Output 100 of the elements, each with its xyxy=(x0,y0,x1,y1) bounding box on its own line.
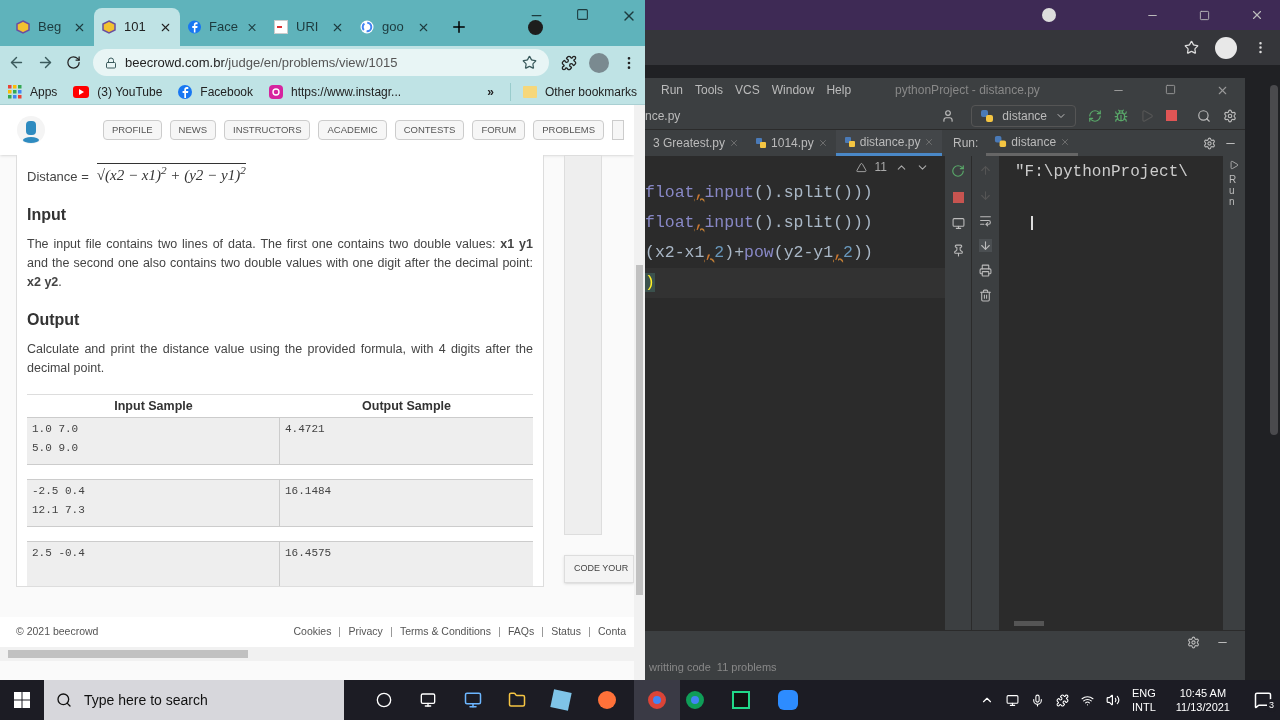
reload-icon[interactable] xyxy=(66,55,81,70)
settings-icon[interactable] xyxy=(1223,108,1237,123)
back-icon[interactable] xyxy=(8,54,25,71)
app-icon[interactable] xyxy=(550,689,572,711)
table-cell-text: 16.4575 xyxy=(284,546,333,562)
bookmark-link[interactable]: https://www.instagr... xyxy=(269,82,402,101)
footer-link[interactable]: Status xyxy=(551,624,581,640)
table-cell: 1.0 7.0 5.0 9.0 xyxy=(27,418,280,465)
nav-button[interactable]: NEWS xyxy=(169,120,217,140)
bookmark-link[interactable]: Apps xyxy=(8,82,58,101)
soft-wrap-icon[interactable] xyxy=(979,214,992,227)
language-indicator[interactable]: INTL xyxy=(1131,700,1156,714)
pin-icon[interactable] xyxy=(951,244,965,257)
user-icon[interactable] xyxy=(941,108,956,123)
nav-button[interactable]: CONTESTS xyxy=(394,120,465,140)
print-icon[interactable] xyxy=(979,264,992,277)
breadcrumb: nce.py xyxy=(645,107,681,125)
nav-button[interactable]: PROBLEMS xyxy=(533,120,604,140)
column-header: Input Sample xyxy=(113,397,194,415)
footer-link[interactable]: Privacy xyxy=(348,624,383,640)
chrome-icon[interactable] xyxy=(634,680,680,720)
zoom-icon[interactable] xyxy=(778,690,798,710)
folder-icon[interactable] xyxy=(508,691,526,709)
code-button[interactable]: CODE YOUR xyxy=(564,555,634,583)
menu-item[interactable]: Window xyxy=(771,81,815,99)
trash-icon[interactable] xyxy=(979,289,992,302)
nav-button[interactable]: FORUM xyxy=(472,120,526,140)
run-label: Run: xyxy=(953,135,979,152)
stop-icon[interactable] xyxy=(952,192,964,203)
bookmark-link[interactable]: Facebook xyxy=(178,82,253,101)
browser-tab[interactable]: Beg xyxy=(8,8,94,46)
address-bar[interactable]: beecrowd.com.br/judge/en/problems/view/1015 xyxy=(93,49,549,76)
scroll-to-end-icon[interactable] xyxy=(979,239,992,252)
other-bookmarks-link[interactable]: Other bookmarks xyxy=(509,82,637,101)
nav-button[interactable]: INSTRUCTORS xyxy=(224,120,311,140)
close-icon[interactable] xyxy=(1250,8,1264,22)
menu-item[interactable]: Run xyxy=(661,81,683,99)
editor-tab[interactable]: distance.py xyxy=(835,130,943,156)
google-icon xyxy=(360,20,374,34)
maximize-icon[interactable] xyxy=(576,8,589,21)
status-text: writting code 11 problems xyxy=(649,659,777,675)
wifi-icon[interactable] xyxy=(1080,693,1094,707)
clock-date[interactable]: 11/13/2021 xyxy=(1175,700,1230,714)
forward-icon[interactable] xyxy=(37,54,54,71)
run-config-dropdown[interactable]: distance xyxy=(971,104,1076,127)
maximize-icon[interactable] xyxy=(1199,9,1210,21)
facebook-icon xyxy=(178,84,193,99)
footer-link[interactable]: Cookies xyxy=(293,624,332,640)
language-indicator[interactable]: ENG xyxy=(1131,686,1156,700)
rerun-icon[interactable] xyxy=(1088,108,1102,123)
rerun-icon[interactable] xyxy=(951,164,965,178)
bookmark-link[interactable]: (3) YouTube xyxy=(73,82,163,101)
windows-start-icon[interactable] xyxy=(14,692,30,708)
cortana-icon[interactable] xyxy=(376,692,392,708)
settings-icon[interactable] xyxy=(1187,636,1200,649)
chrome-icon[interactable] xyxy=(686,691,704,709)
menu-item[interactable]: Help xyxy=(826,81,852,99)
maximize-icon[interactable] xyxy=(1165,83,1176,95)
debug-icon[interactable] xyxy=(1114,108,1128,123)
section-heading: Output xyxy=(27,309,81,330)
youtube-icon xyxy=(73,85,90,98)
menu-item[interactable]: Tools xyxy=(695,81,724,99)
pycharm-icon[interactable] xyxy=(732,691,750,709)
profile-avatar[interactable] xyxy=(1215,36,1237,59)
footer-link[interactable]: Conta xyxy=(597,624,626,640)
hexagon-icon xyxy=(102,20,116,34)
browser-tab[interactable]: goo xyxy=(352,8,438,46)
side-run-label[interactable]: Run xyxy=(1229,174,1239,207)
table-cell: 2.5 -0.4 xyxy=(27,542,280,586)
more-bookmarks-button[interactable]: » xyxy=(487,82,494,101)
layout-icon[interactable] xyxy=(951,217,965,230)
menu-item[interactable]: VCS xyxy=(735,81,760,99)
search-field[interactable]: Type here to search xyxy=(84,689,334,711)
search-icon[interactable] xyxy=(1197,108,1211,123)
nav-button[interactable]: ACADEMIC xyxy=(318,120,387,140)
volume-icon[interactable] xyxy=(1105,693,1120,707)
microphone-icon[interactable] xyxy=(1030,693,1044,707)
search-box[interactable]: Type here to search xyxy=(44,680,344,720)
section-text: The input file contains two lines of data. The first one contains two double values: x1 y1 and the second one also contains two double values with one digit after the decimal point: x2 y2. xyxy=(27,235,533,291)
python-file-icon xyxy=(843,135,856,148)
section-text: Calculate and print the distance value using the provided formula, with 4 digits after the decimal point. xyxy=(27,340,533,377)
browser-tab[interactable]: 101 xyxy=(94,8,180,46)
extensions-icon[interactable] xyxy=(561,54,577,71)
notifications-icon[interactable] xyxy=(1254,691,1272,709)
new-tab-icon[interactable] xyxy=(450,18,468,36)
computer-icon[interactable] xyxy=(464,691,482,709)
browser-tab[interactable]: URI xyxy=(266,8,352,46)
nav-button[interactable]: PROFILE xyxy=(102,120,162,140)
footer-link[interactable]: FAQs xyxy=(507,624,535,640)
settings-icon[interactable] xyxy=(1203,136,1216,150)
editor-tab[interactable]: 3 Greatest.py xyxy=(645,130,748,156)
footer-link[interactable]: Terms & Conditions xyxy=(399,624,491,640)
firefox-icon[interactable] xyxy=(598,691,616,709)
run-tool-icon[interactable] xyxy=(1229,160,1239,170)
bookmark-star-icon[interactable] xyxy=(522,55,537,70)
editor-tab[interactable]: 1014.py xyxy=(747,130,836,156)
column-header: Output Sample xyxy=(361,397,452,415)
clock-time[interactable]: 10:45 AM xyxy=(1179,686,1227,700)
browser-tab[interactable]: Face xyxy=(180,8,266,46)
python-file-icon xyxy=(755,137,768,149)
